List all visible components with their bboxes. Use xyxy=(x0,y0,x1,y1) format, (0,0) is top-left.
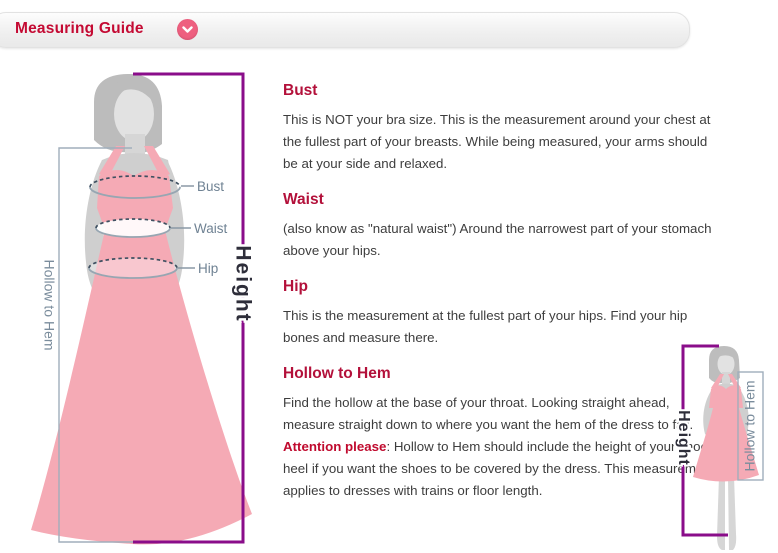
mini-neck xyxy=(722,372,730,384)
mini-height-label: Height xyxy=(675,410,692,466)
hollow-to-hem-heading: Hollow to Hem xyxy=(283,365,723,383)
waist-description: (also know as "natural waist") Around th… xyxy=(283,218,723,262)
waist-label: Waist xyxy=(194,221,227,236)
measurement-diagram: Bust Waist Hip Hollow to Hem Height xyxy=(28,62,256,552)
attention-please-label: Attention please xyxy=(283,439,386,454)
chevron-down-icon[interactable] xyxy=(177,19,198,40)
height-diagram-small: Hollow to Hem Height xyxy=(660,338,778,553)
chevron-glyph xyxy=(182,26,193,34)
waist-heading: Waist xyxy=(283,191,723,209)
hollow-to-hem-description: Find the hollow at the base of your thro… xyxy=(283,392,723,502)
hollow-to-hem-label: Hollow to Hem xyxy=(41,259,57,350)
measurement-descriptions: Bust This is NOT your bra size. This is … xyxy=(283,80,723,502)
measuring-guide-page: Measuring Guide Bust Wai xyxy=(0,0,778,553)
mini-hollow-label: Hollow to Hem xyxy=(742,380,758,471)
bust-heading: Bust xyxy=(283,82,723,100)
hollow-text-start: Find the hollow at the base of your thro… xyxy=(283,395,693,432)
mini-left-leg xyxy=(717,476,725,550)
bust-description: This is NOT your bra size. This is the m… xyxy=(283,109,723,175)
hip-label: Hip xyxy=(198,261,218,276)
bust-label: Bust xyxy=(197,179,224,194)
hip-heading: Hip xyxy=(283,278,723,296)
page-title: Measuring Guide xyxy=(15,20,144,38)
mini-right-leg xyxy=(728,476,736,550)
measuring-guide-header[interactable]: Measuring Guide xyxy=(0,12,690,48)
hip-description: This is the measurement at the fullest p… xyxy=(283,305,723,349)
height-label: Height xyxy=(231,245,254,322)
